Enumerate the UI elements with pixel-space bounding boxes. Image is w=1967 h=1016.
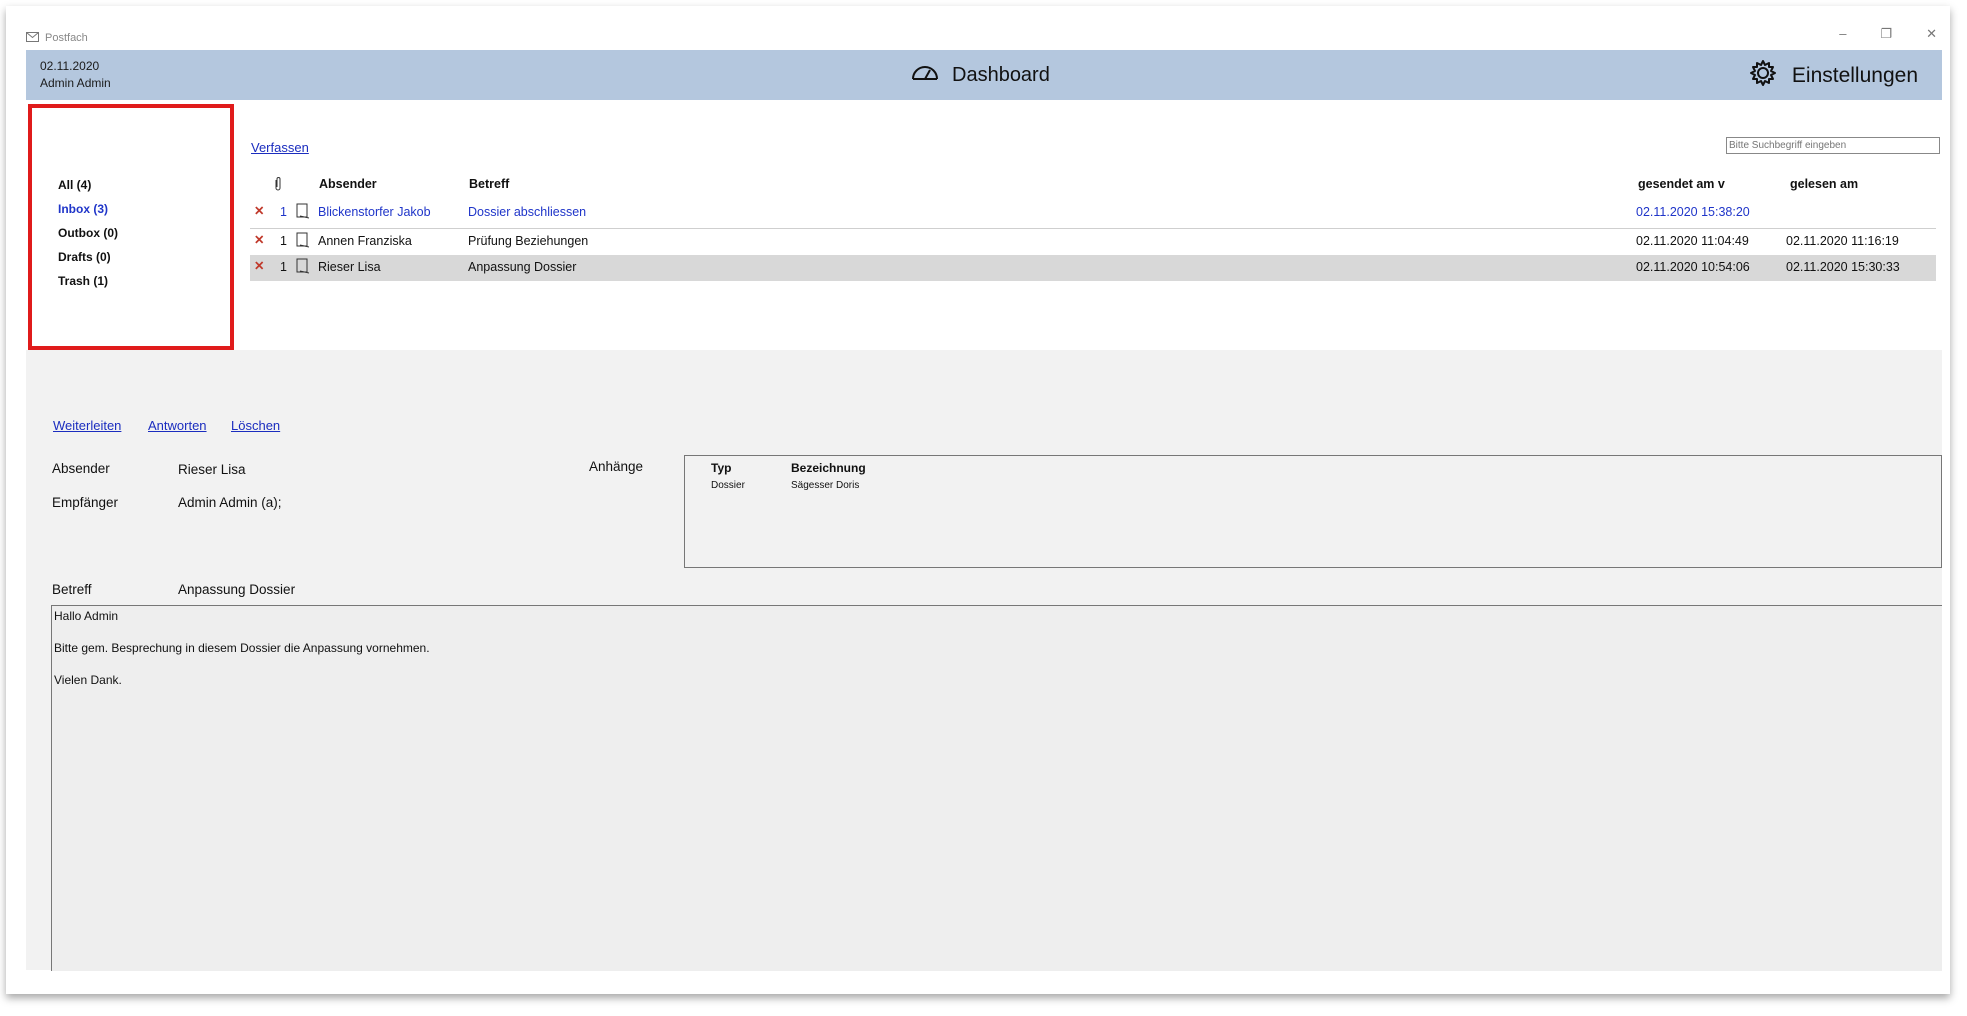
row-sent: 02.11.2020 11:04:49	[1636, 234, 1749, 248]
forward-link[interactable]: Weiterleiten	[53, 418, 121, 433]
attachments-table: Typ Bezeichnung Dossier Sägesser Doris	[684, 455, 1942, 568]
body-line: Hallo Admin	[54, 609, 119, 623]
subject-label: Betreff	[52, 582, 92, 597]
attachments-col-type: Typ	[711, 461, 732, 475]
dashboard-gauge-icon	[910, 62, 940, 88]
row-subject: Anpassung Dossier	[468, 260, 577, 274]
folder-trash[interactable]: Trash (1)	[58, 274, 108, 288]
window-title: Postfach	[45, 32, 88, 44]
table-row-selected[interactable]: ✕ 1 Rieser Lisa Anpassung Dossier 02.11.…	[250, 255, 1936, 281]
restore-button[interactable]: ❐	[1880, 26, 1892, 42]
header-date: 02.11.2020	[40, 59, 100, 73]
delete-icon[interactable]: ✕	[254, 232, 264, 247]
attachment-type[interactable]: Dossier	[711, 480, 745, 491]
table-row[interactable]: ✕ 1 Blickenstorfer Jakob Dossier abschli…	[250, 200, 1936, 226]
title-bar: Postfach	[26, 28, 88, 48]
body-line: Bitte gem. Besprechung in diesem Dossier…	[54, 641, 430, 655]
body-line: Vielen Dank.	[54, 673, 122, 687]
row-count: 1	[280, 234, 287, 248]
sender-label: Absender	[52, 461, 110, 476]
folder-all[interactable]: All (4)	[58, 178, 91, 192]
column-header-read[interactable]: gelesen am	[1790, 177, 1858, 191]
settings-label: Einstellungen	[1791, 64, 1918, 87]
close-button[interactable]: ✕	[1926, 26, 1937, 42]
recipient-label: Empfänger	[52, 495, 119, 510]
attachments-col-name: Bezeichnung	[791, 461, 866, 475]
row-sent: 02.11.2020 10:54:06	[1636, 260, 1750, 274]
column-header-sender[interactable]: Absender	[319, 177, 377, 191]
attachment-name[interactable]: Sägesser Doris	[791, 480, 859, 491]
search-input[interactable]	[1726, 137, 1940, 154]
row-read: 02.11.2020 11:16:19	[1786, 234, 1899, 248]
reply-link[interactable]: Antworten	[148, 418, 207, 433]
gear-icon	[1748, 58, 1778, 94]
column-header-sent[interactable]: gesendet am v	[1638, 177, 1725, 191]
folder-inbox[interactable]: Inbox (3)	[58, 202, 108, 216]
row-sender: Blickenstorfer Jakob	[318, 205, 431, 219]
window-controls: – ❐ ✕	[1839, 26, 1937, 42]
row-count: 1	[280, 205, 287, 219]
attachment-column-icon[interactable]	[274, 177, 282, 194]
column-header-subject[interactable]: Betreff	[469, 177, 509, 191]
sender-value: Rieser Lisa	[178, 462, 246, 477]
row-sender: Rieser Lisa	[318, 260, 381, 274]
table-row[interactable]: ✕ 1 Annen Franziska Prüfung Beziehungen …	[250, 229, 1936, 255]
compose-link[interactable]: Verfassen	[251, 140, 309, 155]
row-read: 02.11.2020 15:30:33	[1786, 260, 1900, 274]
message-body[interactable]: Hallo Admin Bitte gem. Besprechung in di…	[51, 605, 1942, 971]
row-sent: 02.11.2020 15:38:20	[1636, 205, 1750, 219]
folder-drafts[interactable]: Drafts (0)	[58, 250, 111, 264]
mail-icon	[26, 31, 39, 45]
row-subject: Dossier abschliessen	[468, 205, 587, 219]
folder-list: All (4) Inbox (3) Outbox (0) Drafts (0) …	[28, 104, 234, 350]
dashboard-label: Dashboard	[952, 63, 1050, 86]
row-sender: Annen Franziska	[318, 234, 412, 248]
header-user-info: 02.11.2020 Admin Admin	[40, 58, 111, 92]
delete-icon[interactable]: ✕	[254, 258, 264, 273]
attachments-label: Anhänge	[589, 459, 644, 474]
settings-button[interactable]: Einstellungen	[1748, 58, 1918, 94]
header-bar: 02.11.2020 Admin Admin Dashboard Einstel…	[26, 50, 1942, 100]
dashboard-button[interactable]: Dashboard	[910, 62, 1050, 88]
row-subject: Prüfung Beziehungen	[468, 234, 589, 248]
recipient-value: Admin Admin (a);	[178, 495, 282, 510]
row-count: 1	[280, 260, 287, 274]
header-user: Admin Admin	[40, 76, 111, 90]
delete-link[interactable]: Löschen	[231, 418, 280, 433]
folder-outbox[interactable]: Outbox (0)	[58, 226, 118, 240]
message-icon	[296, 232, 310, 251]
subject-value: Anpassung Dossier	[178, 582, 296, 597]
delete-icon[interactable]: ✕	[254, 203, 264, 218]
minimize-button[interactable]: –	[1839, 26, 1846, 42]
message-icon	[296, 203, 310, 222]
message-icon	[296, 258, 310, 277]
